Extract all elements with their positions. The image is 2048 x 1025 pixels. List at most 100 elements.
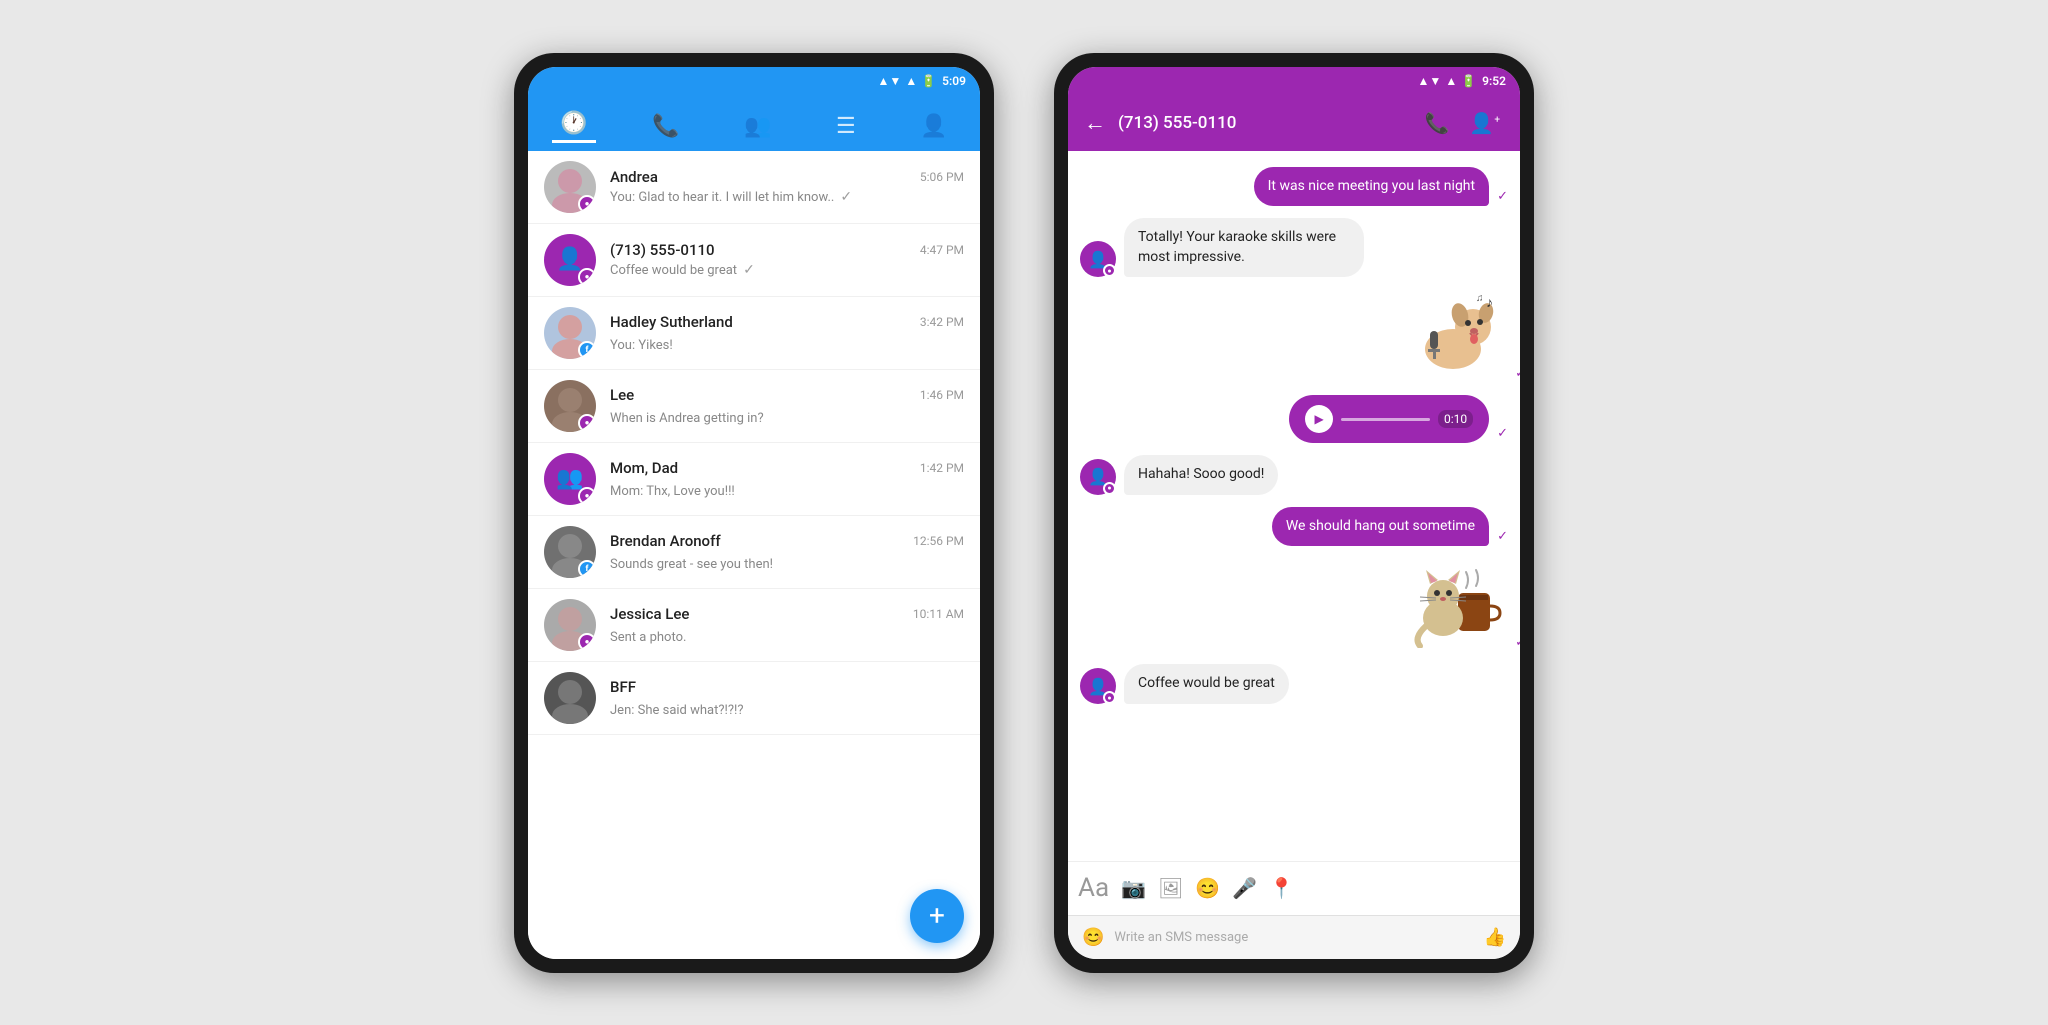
location-icon[interactable]: 📍 — [1269, 876, 1294, 900]
contact-preview-jessica: Sent a photo. — [610, 630, 686, 645]
contact-bff[interactable]: BFF Jen: She said what?!?!? — [528, 662, 980, 735]
avatar-mom-dad: 👥 ● — [544, 453, 596, 505]
contact-info-mom-dad: Mom, Dad 1:42 PM Mom: Thx, Love you!!! — [610, 459, 964, 499]
contact-info-lee: Lee 1:46 PM When is Andrea getting in? — [610, 386, 964, 426]
back-button[interactable]: ← — [1084, 110, 1106, 136]
battery-icon: 🔋 — [921, 74, 936, 88]
contact-time-andrea: 5:06 PM — [920, 170, 964, 184]
sticker-dog-svg: ♪ ♫ — [1398, 289, 1508, 379]
keyboard-icon[interactable]: Aa — [1078, 873, 1109, 903]
fab-compose[interactable]: + — [910, 889, 964, 943]
camera-icon[interactable]: 📷 — [1121, 876, 1146, 900]
status-icons-1: ▲▼ ▲ 🔋 — [878, 74, 937, 88]
contact-andrea[interactable]: ● Andrea 5:06 PM You: Glad to hear it. I… — [528, 151, 980, 224]
svg-text:♪: ♪ — [1486, 295, 1493, 311]
sms-bar: 😊 Write an SMS message 👍 — [1068, 915, 1520, 959]
sms-placeholder[interactable]: Write an SMS message — [1114, 930, 1473, 945]
contact-lee[interactable]: ● Lee 1:46 PM When is Andrea getting in? — [528, 370, 980, 443]
call-button[interactable]: 📞 — [1421, 107, 1454, 139]
avatar-badge-8: ● — [1103, 691, 1116, 704]
message-text-8: Coffee would be great — [1138, 675, 1275, 691]
avatar-received-8: 👤 ● — [1080, 668, 1116, 704]
wifi-icon-2: ▲▼ — [1418, 74, 1442, 88]
contact-name-andrea: Andrea — [610, 168, 658, 186]
phone-chat: ▲▼ ▲ 🔋 9:52 ← (713) 555-0110 📞 👤+ It was… — [1054, 53, 1534, 973]
contact-name-phone: (713) 555-0110 — [610, 241, 715, 259]
avatar-bff — [544, 672, 596, 724]
status-time-2: 9:52 — [1482, 74, 1506, 88]
badge-phone: ● — [578, 268, 596, 286]
sticker-dog: ♪ ♫ ✓ — [1398, 289, 1508, 383]
contact-name-brendan: Brendan Aronoff — [610, 532, 721, 550]
contact-mom-dad[interactable]: 👥 ● Mom, Dad 1:42 PM Mom: Thx, Love you!… — [528, 443, 980, 516]
cat-sticker-check: ✓ — [1515, 635, 1520, 650]
plus-icon: + — [929, 899, 945, 932]
svg-text:♫: ♫ — [1476, 293, 1484, 304]
nav-menu[interactable]: ☰ — [828, 110, 864, 143]
contact-preview-phone: Coffee would be great — [610, 263, 737, 278]
avatar-jessica: ● — [544, 599, 596, 651]
avatar-badge-5: ● — [1103, 482, 1116, 495]
audio-progress — [1341, 418, 1430, 421]
avatar-lee: ● — [544, 380, 596, 432]
contact-time-lee: 1:46 PM — [920, 388, 964, 402]
message-check-6: ✓ — [1497, 529, 1508, 544]
message-row-2: 👤 ● Totally! Your karaoke skills were mo… — [1080, 218, 1508, 277]
status-bar-1: ▲▼ ▲ 🔋 5:09 — [528, 67, 980, 95]
audio-check: ✓ — [1497, 426, 1508, 441]
add-contact-button[interactable]: 👤+ — [1465, 107, 1504, 139]
nav-calls[interactable]: 📞 — [644, 110, 687, 143]
badge-lee: ● — [578, 414, 596, 432]
audio-bubble[interactable]: ▶ 0:10 — [1289, 395, 1489, 443]
contact-phone-number[interactable]: 👤 ● (713) 555-0110 4:47 PM Coffee would … — [528, 224, 980, 297]
thumbs-up-icon[interactable]: 👍 — [1484, 927, 1506, 948]
badge-mom-dad: ● — [578, 487, 596, 505]
message-check-1: ✓ — [1497, 189, 1508, 204]
contact-name-jessica: Jessica Lee — [610, 605, 689, 623]
emoji-icon[interactable]: 😊 — [1195, 876, 1220, 900]
sticker-cat: ✓ — [1408, 558, 1508, 652]
contact-jessica[interactable]: ● Jessica Lee 10:11 AM Sent a photo. — [528, 589, 980, 662]
status-icons-2: ▲▼ ▲ 🔋 — [1418, 74, 1477, 88]
chat-header: ← (713) 555-0110 📞 👤+ — [1068, 95, 1520, 151]
chat-messages: It was nice meeting you last night ✓ 👤 ●… — [1068, 151, 1520, 861]
avatar-photo-bff — [544, 672, 596, 724]
signal-icon: ▲ — [905, 74, 917, 88]
play-button[interactable]: ▶ — [1305, 405, 1333, 433]
avatar-brendan: f — [544, 526, 596, 578]
badge-andrea: ● — [578, 195, 596, 213]
audio-duration: 0:10 — [1438, 410, 1473, 428]
contact-brendan[interactable]: f Brendan Aronoff 12:56 PM Sounds great … — [528, 516, 980, 589]
nav-contacts[interactable]: 👥 — [736, 110, 779, 143]
avatar-received-2: 👤 ● — [1080, 241, 1116, 277]
contact-name-hadley: Hadley Sutherland — [610, 313, 733, 331]
message-text-6: We should hang out sometime — [1286, 518, 1475, 534]
contact-info-phone: (713) 555-0110 4:47 PM Coffee would be g… — [610, 241, 964, 278]
message-bubble-6: We should hang out sometime — [1272, 507, 1489, 547]
badge-jessica: ● — [578, 633, 596, 651]
contact-preview-brendan: Sounds great - see you then! — [610, 557, 773, 572]
avatar-badge-2: ● — [1103, 264, 1116, 277]
image-icon[interactable]: 🖼 — [1158, 876, 1183, 900]
nav-history[interactable]: 🕐 — [552, 107, 595, 143]
contact-time-brendan: 12:56 PM — [913, 534, 964, 548]
nav-bar: 🕐 📞 👥 ☰ 👤 — [528, 95, 980, 151]
message-bubble-5: Hahaha! Sooo good! — [1124, 455, 1278, 495]
contact-preview-mom-dad: Mom: Thx, Love you!!! — [610, 484, 735, 499]
message-text-5: Hahaha! Sooo good! — [1138, 466, 1264, 482]
contact-hadley[interactable]: f Hadley Sutherland 3:42 PM You: Yikes! — [528, 297, 980, 370]
contact-preview-andrea: You: Glad to hear it. I will let him kno… — [610, 190, 834, 205]
avatar-received-5: 👤 ● — [1080, 459, 1116, 495]
badge-brendan: f — [578, 560, 596, 578]
sms-emoji-icon[interactable]: 😊 — [1082, 927, 1104, 948]
mic-icon[interactable]: 🎤 — [1232, 876, 1257, 900]
message-row-8: 👤 ● Coffee would be great — [1080, 664, 1508, 704]
message-row-7: ✓ — [1080, 558, 1508, 652]
contact-preview-lee: When is Andrea getting in? — [610, 411, 764, 426]
nav-profile[interactable]: 👤 — [912, 110, 955, 143]
avatar-andrea: ● — [544, 161, 596, 213]
contact-time-jessica: 10:11 AM — [913, 607, 964, 621]
message-row-6: We should hang out sometime ✓ — [1080, 507, 1508, 547]
check-andrea: ✓ — [840, 189, 852, 205]
check-phone: ✓ — [743, 262, 755, 278]
